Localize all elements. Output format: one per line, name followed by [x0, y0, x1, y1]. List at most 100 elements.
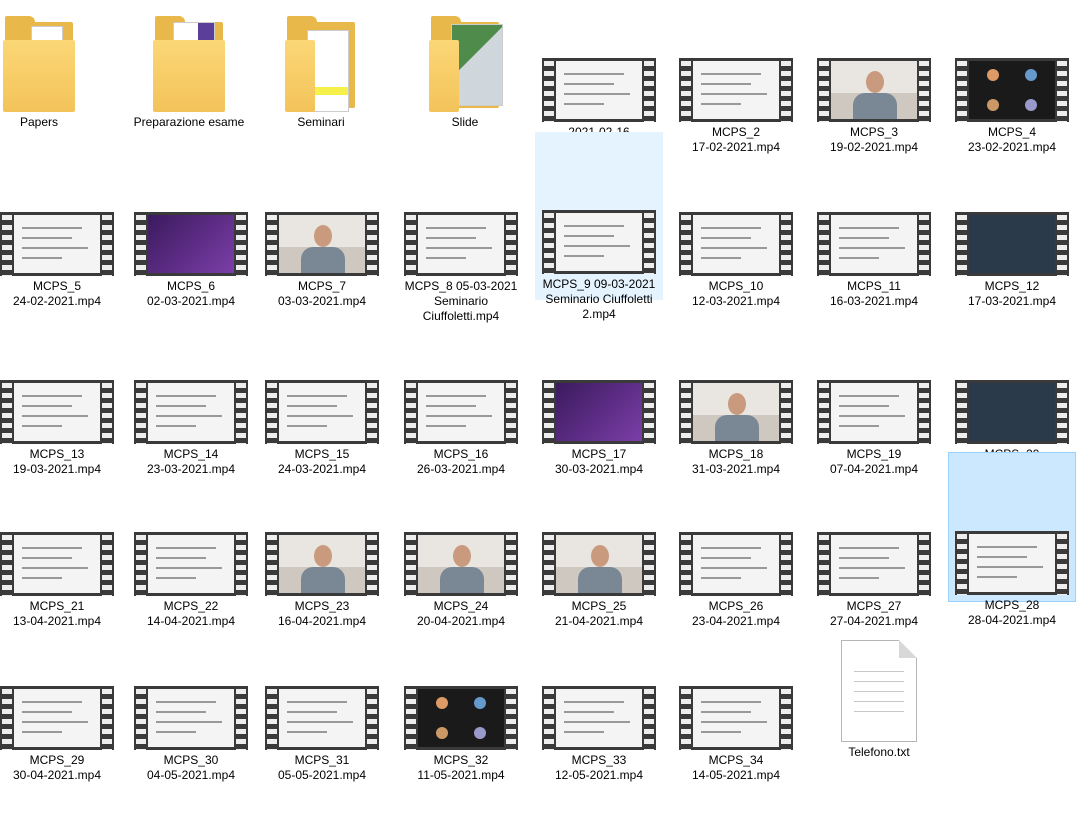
- video-label: MCPS_25 21-04-2021.mp4: [554, 599, 644, 628]
- video-thumbnail-icon: [955, 212, 1069, 276]
- video-file-26[interactable]: MCPS_26 23-04-2021.mp4: [672, 530, 800, 629]
- video-thumbnail-icon: [817, 532, 931, 596]
- video-label: MCPS_34 14-05-2021.mp4: [691, 753, 781, 782]
- file-telefono-txt[interactable]: Telefono.txt: [815, 632, 943, 760]
- video-thumbnail-icon: [265, 532, 379, 596]
- folder-label: Seminari: [297, 115, 345, 129]
- video-label: MCPS_10 12-03-2021.mp4: [691, 279, 781, 308]
- video-thumbnail-icon: [134, 380, 248, 444]
- video-thumbnail-icon: [404, 212, 518, 276]
- video-file-30[interactable]: MCPS_30 04-05-2021.mp4: [127, 684, 255, 783]
- video-file-16[interactable]: MCPS_16 26-03-2021.mp4: [397, 378, 525, 477]
- video-label: MCPS_16 26-03-2021.mp4: [416, 447, 506, 476]
- folder-papers[interactable]: Papers: [0, 0, 103, 130]
- video-label: MCPS_7 03-03-2021.mp4: [277, 279, 367, 308]
- video-thumbnail-icon: [0, 380, 114, 444]
- video-label: MCPS_12 17-03-2021.mp4: [967, 279, 1057, 308]
- video-label: MCPS_3 19-02-2021.mp4: [829, 125, 919, 154]
- video-file-12[interactable]: MCPS_12 17-03-2021.mp4: [948, 210, 1076, 309]
- folder-icon: [429, 16, 503, 112]
- folder-slide[interactable]: Slide: [401, 0, 529, 130]
- video-file-21[interactable]: MCPS_21 13-04-2021.mp4: [0, 530, 121, 629]
- video-label: MCPS_27 27-04-2021.mp4: [829, 599, 919, 628]
- video-thumbnail-icon: [955, 531, 1069, 595]
- video-thumbnail-icon: [265, 380, 379, 444]
- video-thumbnail-icon: [817, 58, 931, 122]
- video-label: MCPS_2 17-02-2021.mp4: [691, 125, 781, 154]
- video-file-15[interactable]: MCPS_15 24-03-2021.mp4: [258, 378, 386, 477]
- video-file-29[interactable]: MCPS_29 30-04-2021.mp4: [0, 684, 121, 783]
- video-label: MCPS_22 14-04-2021.mp4: [146, 599, 236, 628]
- video-thumbnail-icon: [542, 532, 656, 596]
- video-label: MCPS_19 07-04-2021.mp4: [829, 447, 919, 476]
- video-file-2[interactable]: MCPS_2 17-02-2021.mp4: [672, 56, 800, 155]
- video-thumbnail-icon: [0, 686, 114, 750]
- video-file-34[interactable]: MCPS_34 14-05-2021.mp4: [672, 684, 800, 783]
- video-thumbnail-icon: [265, 686, 379, 750]
- video-thumbnail-icon: [134, 532, 248, 596]
- video-file-5[interactable]: MCPS_5 24-02-2021.mp4: [0, 210, 121, 309]
- video-file-25[interactable]: MCPS_25 21-04-2021.mp4: [535, 530, 663, 629]
- video-file-32[interactable]: MCPS_32 11-05-2021.mp4: [397, 684, 525, 783]
- video-thumbnail-icon: [404, 532, 518, 596]
- video-file-4[interactable]: MCPS_4 23-02-2021.mp4: [948, 56, 1076, 155]
- video-file-28[interactable]: MCPS_28 28-04-2021.mp4: [948, 452, 1076, 627]
- video-label: MCPS_4 23-02-2021.mp4: [967, 125, 1057, 154]
- video-label: MCPS_15 24-03-2021.mp4: [277, 447, 367, 476]
- video-file-7[interactable]: MCPS_7 03-03-2021.mp4: [258, 210, 386, 309]
- video-label: MCPS_31 05-05-2021.mp4: [277, 753, 367, 782]
- video-thumbnail-icon: [0, 532, 114, 596]
- video-label: MCPS_18 31-03-2021.mp4: [691, 447, 781, 476]
- video-label: MCPS_28 28-04-2021.mp4: [967, 598, 1057, 627]
- video-thumbnail-icon: [679, 532, 793, 596]
- video-thumbnail-icon: [404, 380, 518, 444]
- video-file-33[interactable]: MCPS_33 12-05-2021.mp4: [535, 684, 663, 783]
- video-label: MCPS_11 16-03-2021.mp4: [829, 279, 919, 308]
- video-file-13[interactable]: MCPS_13 19-03-2021.mp4: [0, 378, 121, 477]
- video-thumbnail-icon: [955, 58, 1069, 122]
- video-file-18[interactable]: MCPS_18 31-03-2021.mp4: [672, 378, 800, 477]
- video-thumbnail-icon: [679, 58, 793, 122]
- folder-label: Preparazione esame: [133, 115, 245, 129]
- video-label: MCPS_30 04-05-2021.mp4: [146, 753, 236, 782]
- video-file-19[interactable]: MCPS_19 07-04-2021.mp4: [810, 378, 938, 477]
- video-label: MCPS_6 02-03-2021.mp4: [146, 279, 236, 308]
- video-file-3[interactable]: MCPS_3 19-02-2021.mp4: [810, 56, 938, 155]
- video-thumbnail-icon: [679, 686, 793, 750]
- file-label: Telefono.txt: [848, 745, 910, 759]
- video-thumbnail-icon: [955, 380, 1069, 444]
- video-file-31[interactable]: MCPS_31 05-05-2021.mp4: [258, 684, 386, 783]
- video-file-22[interactable]: MCPS_22 14-04-2021.mp4: [127, 530, 255, 629]
- video-file-23[interactable]: MCPS_23 16-04-2021.mp4: [258, 530, 386, 629]
- video-thumbnail-icon: [542, 58, 656, 122]
- video-label: MCPS_29 30-04-2021.mp4: [12, 753, 102, 782]
- folder-label: Papers: [19, 115, 59, 129]
- video-file-27[interactable]: MCPS_27 27-04-2021.mp4: [810, 530, 938, 629]
- video-label: MCPS_24 20-04-2021.mp4: [416, 599, 506, 628]
- video-file-10[interactable]: MCPS_10 12-03-2021.mp4: [672, 210, 800, 309]
- video-file-17[interactable]: MCPS_17 30-03-2021.mp4: [535, 378, 663, 477]
- folder-preparazione-esame[interactable]: Preparazione esame: [125, 0, 253, 130]
- video-thumbnail-icon: [542, 210, 656, 274]
- video-thumbnail-icon: [404, 686, 518, 750]
- video-file-14[interactable]: MCPS_14 23-03-2021.mp4: [127, 378, 255, 477]
- video-thumbnail-icon: [134, 212, 248, 276]
- video-file-11[interactable]: MCPS_11 16-03-2021.mp4: [810, 210, 938, 309]
- video-label: MCPS_21 13-04-2021.mp4: [12, 599, 102, 628]
- video-label: MCPS_5 24-02-2021.mp4: [12, 279, 102, 308]
- video-thumbnail-icon: [817, 212, 931, 276]
- video-file-8[interactable]: MCPS_8 05-03-2021 Seminario Ciuffoletti.…: [397, 210, 525, 324]
- video-file-24[interactable]: MCPS_24 20-04-2021.mp4: [397, 530, 525, 629]
- folder-seminari[interactable]: Seminari: [257, 0, 385, 130]
- video-label: MCPS_33 12-05-2021.mp4: [554, 753, 644, 782]
- video-thumbnail-icon: [817, 380, 931, 444]
- video-thumbnail-icon: [679, 380, 793, 444]
- folder-icon: [153, 16, 225, 112]
- video-file-9[interactable]: MCPS_9 09-03-2021 Seminario Ciuffoletti …: [535, 132, 663, 321]
- video-thumbnail-icon: [679, 212, 793, 276]
- video-label: MCPS_32 11-05-2021.mp4: [417, 753, 505, 782]
- video-thumbnail-icon: [542, 380, 656, 444]
- video-label: MCPS_17 30-03-2021.mp4: [554, 447, 644, 476]
- video-file-6[interactable]: MCPS_6 02-03-2021.mp4: [127, 210, 255, 309]
- video-label: MCPS_13 19-03-2021.mp4: [12, 447, 102, 476]
